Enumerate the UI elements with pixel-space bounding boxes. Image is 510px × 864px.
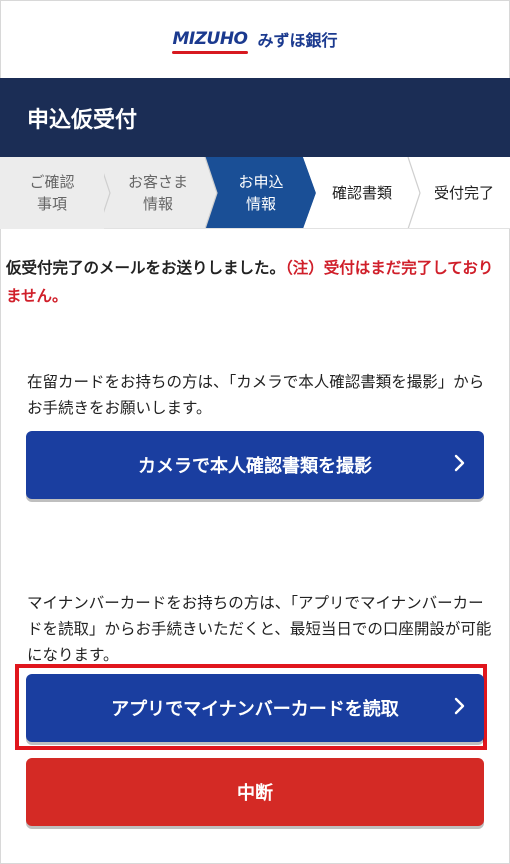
- read-mynumber-card-with-app-button[interactable]: アプリでマイナンバーカードを読取: [26, 674, 484, 742]
- cancel-button[interactable]: 中断: [26, 758, 484, 826]
- camera-instructions: 在留カードをお持ちの方は、「カメラで本人確認書類を撮影」からお手続きをお願いしま…: [27, 373, 485, 417]
- app-instructions: マイナンバーカードをお持ちの方は、「アプリでマイナンバーカードを読取」からお手続…: [27, 594, 492, 664]
- step-confirmation-items: ご確認 事項: [0, 157, 104, 229]
- capture-button-label: カメラで本人確認書類を撮影: [138, 456, 372, 477]
- provisional-acceptance-message: 仮受付完了のメールをお送りしました。（注）受付はまだ完了しておりません。: [6, 254, 504, 310]
- step-application-info: お申込 情報: [238, 173, 284, 213]
- progress-steps: ご確認 事項 お客さま 情報 お申込 情報 確認書類 受付完了: [0, 157, 510, 229]
- step-reception-complete: 受付完了: [433, 184, 494, 202]
- mizuho-logo-mark: MIZUHO: [172, 29, 248, 54]
- step-customer-info: お客さま 情報: [127, 173, 188, 213]
- brand-logo: MIZUHO みずほ銀行: [172, 27, 338, 54]
- app-button-label: アプリでマイナンバーカードを読取: [111, 699, 399, 720]
- page-header: 申込仮受付: [0, 78, 510, 157]
- logo-bar: MIZUHO みずほ銀行: [0, 0, 510, 78]
- chevron-right-icon: [454, 696, 466, 720]
- message-main: 仮受付完了のメールをお送りしました。: [6, 259, 286, 277]
- bank-name: みずほ銀行: [257, 31, 338, 50]
- step-verification-documents: 確認書類: [331, 184, 392, 202]
- cancel-button-label: 中断: [237, 783, 273, 804]
- page-title: 申込仮受付: [27, 107, 138, 133]
- capture-id-with-camera-button[interactable]: カメラで本人確認書類を撮影: [26, 431, 484, 499]
- chevron-right-icon: [454, 453, 466, 477]
